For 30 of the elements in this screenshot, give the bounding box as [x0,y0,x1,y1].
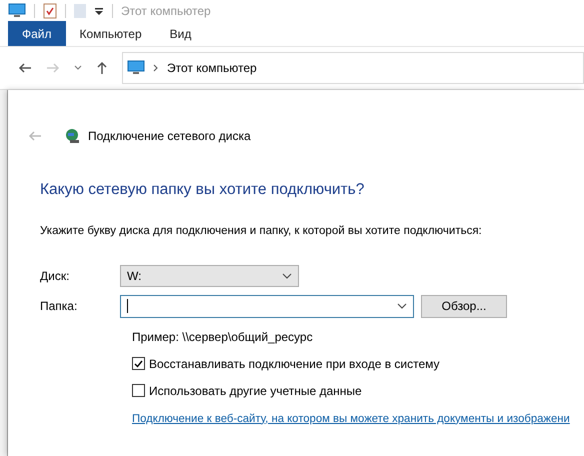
properties-icon[interactable] [43,3,57,19]
window-title: Этот компьютер [121,3,211,20]
example-text: Пример: \\сервер\общий_ресурс [132,330,313,344]
computer-icon[interactable] [8,3,26,19]
dialog-heading: Какую сетевую папку вы хотите подключить? [40,180,366,200]
folder-label: Папка: [40,298,78,315]
back-icon[interactable] [18,62,32,74]
checkbox[interactable] [132,384,145,397]
chevron-icon [282,272,292,278]
checkbox-label[interactable]: Восстанавливать подключение при входе в систему [149,354,440,372]
dropdown-icon[interactable] [94,6,104,16]
checkbox-label[interactable]: Использовать другие учетные данные [149,382,362,400]
computer-icon [127,60,145,76]
dialog-title: Подключение сетевого диска [88,128,251,145]
address-path[interactable]: Этот компьютер [167,59,257,77]
folder-field[interactable] [120,294,414,318]
ribbon-tab[interactable]: Компьютер [66,21,156,46]
chevron-icon [397,303,407,309]
network-drive-icon [64,128,80,144]
drive-dropdown[interactable]: W: [120,264,299,286]
checkbox[interactable] [132,357,145,370]
ribbon-tab[interactable]: Вид [156,21,206,46]
drive-label: Диск: [40,268,70,284]
instruction-text: Укажите букву диска для подключения и папку, к которой вы хотите подключиться: [40,224,483,240]
chevron-icon [153,64,159,72]
ribbon-tab[interactable]: Файл [8,21,66,46]
up-icon[interactable] [96,61,108,75]
website-link[interactable]: Подключение к веб-сайту, на котором вы можете хранить документы и изображени [132,412,570,424]
browse-button[interactable]: Обзор... [421,294,507,318]
chevron-icon[interactable] [74,65,82,71]
